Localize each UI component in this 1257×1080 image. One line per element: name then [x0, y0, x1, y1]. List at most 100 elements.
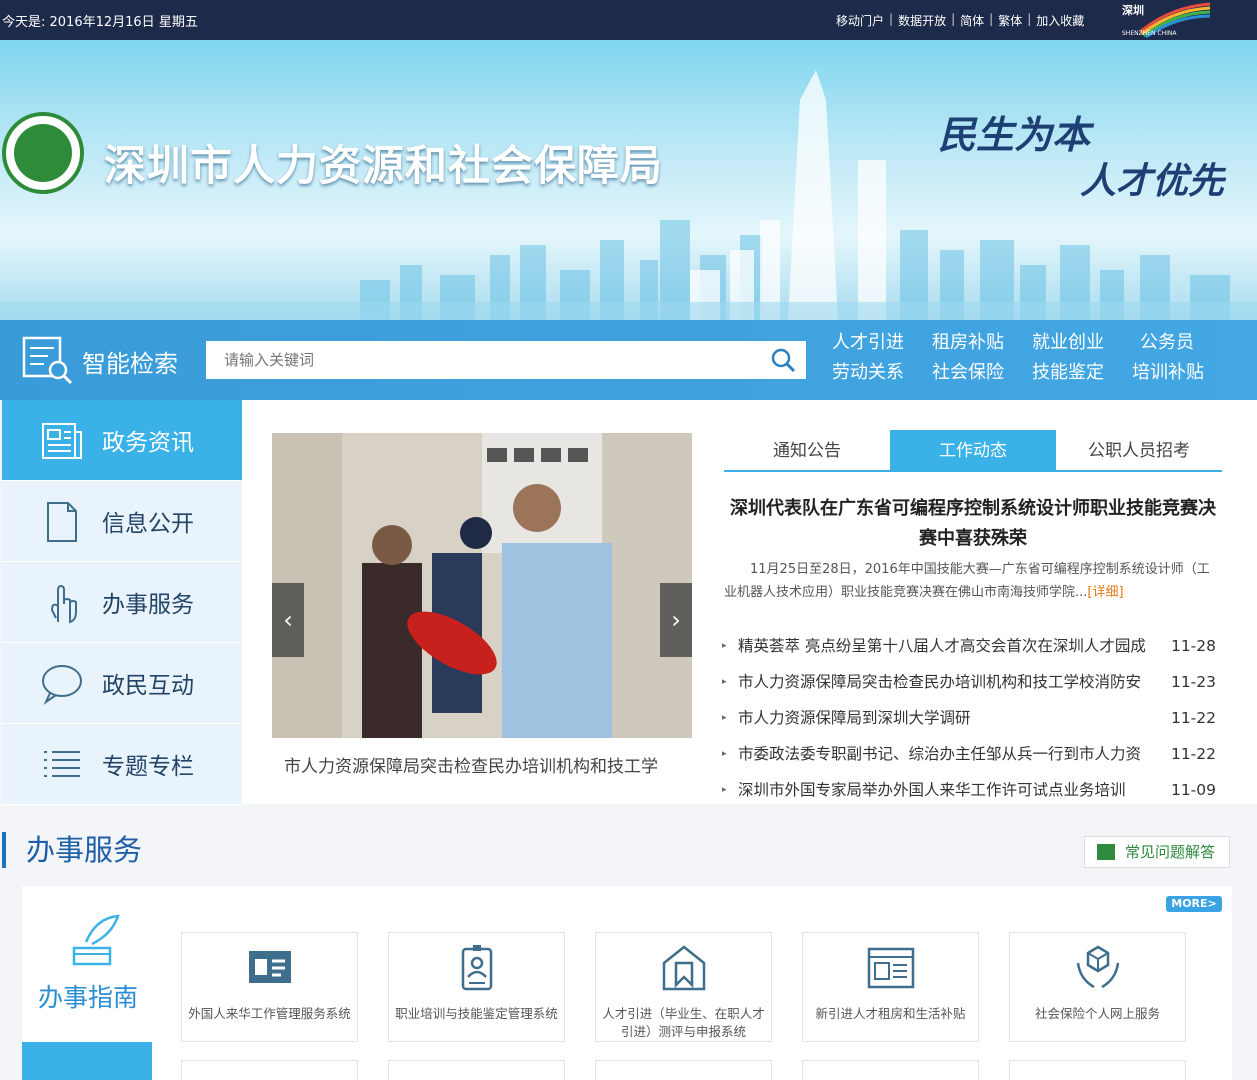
headline-link[interactable]: 深圳代表队在广东省可编程序控制系统设计师职业技能竞赛决赛中喜获殊荣 [724, 494, 1222, 554]
news-title[interactable]: 精英荟萃 亮点纷呈第十八届人才高交会首次在深圳人才园成 [738, 628, 1158, 664]
service-guide-tab[interactable]: 办事指南 [22, 886, 152, 1042]
news-title[interactable]: 市委政法委专职副书记、综治办主任邹从兵一行到市人力资 [738, 736, 1158, 772]
quick-link-training-subsidy[interactable]: 培训补贴 [1132, 362, 1232, 384]
news-title[interactable]: 市人力资源保障局突击检查民办培训机构和技工学校消防安 [738, 664, 1158, 700]
bureau-emblem-icon[interactable] [2, 112, 84, 194]
news-date: 11-28 [1170, 637, 1216, 655]
tab-work-updates[interactable]: 工作动态 [890, 430, 1056, 470]
link-add-favorite[interactable]: 加入收藏 [1036, 12, 1084, 29]
service-card-rent-subsidy[interactable]: 新引进人才租房和生活补贴 [802, 932, 979, 1042]
nav-label: 信息公开 [102, 511, 194, 537]
news-date: 11-23 [1170, 673, 1216, 691]
shenzhen-logo-icon[interactable]: 深圳 SHENZHEN CHINA [1120, 2, 1212, 38]
news-tabs: 通知公告 工作动态 公职人员招考 [724, 430, 1222, 472]
nav-label: 政务资讯 [102, 430, 194, 456]
service-card-label: 职业培训与技能鉴定管理系统 [395, 1006, 558, 1021]
bullet-arrow-icon: ▸ [722, 641, 727, 651]
search-input[interactable] [206, 341, 806, 379]
news-date: 11-22 [1170, 709, 1216, 727]
newspaper-icon [867, 947, 915, 989]
news-item[interactable]: ▸ 精英荟萃 亮点纷呈第十八届人才高交会首次在深圳人才园成 11-28 [722, 628, 1222, 664]
header-banner: 深圳市人力资源和社会保障局 民生为本 人才优先 [0, 40, 1257, 320]
service-card-foreigner-work[interactable]: 外国人来华工作管理服务系统 [181, 932, 358, 1042]
quick-link-social-insurance[interactable]: 社会保险 [932, 362, 1032, 384]
service-card-social-insurance[interactable]: 社会保险个人网上服务 [1009, 932, 1186, 1042]
service-guide-tab-2[interactable] [22, 1042, 152, 1080]
quick-link-civil-servant[interactable]: 公务员 [1132, 332, 1232, 354]
link-traditional[interactable]: 繁体 [998, 12, 1022, 29]
bullet-arrow-icon: ▸ [722, 749, 727, 759]
nav-item-services[interactable]: 办事服务 [2, 562, 242, 643]
slider-prev-button[interactable]: ‹ [272, 583, 304, 657]
bullet-arrow-icon: ▸ [722, 713, 727, 723]
detail-link[interactable]: [详细] [1087, 585, 1123, 600]
summary-text: 11月25日至28日，2016年中国技能大赛—广东省可编程序控制系统设计师（工业… [724, 562, 1210, 600]
faq-icon [1097, 844, 1115, 860]
services-panel: 办事指南 MORE> 外国人来华工作管理服务系统 职业培训与技能鉴定管理系统 人… [22, 886, 1232, 1080]
nav-label: 办事服务 [102, 592, 194, 618]
quick-link-labor-relations[interactable]: 劳动关系 [832, 362, 932, 384]
service-card-talent[interactable]: 人才引进（毕业生、在职人才引进）测评与申报系统 [595, 932, 772, 1042]
link-mobile-portal[interactable]: 移动门户 [836, 12, 884, 29]
service-card-row2[interactable] [388, 1060, 565, 1080]
quick-link-rent-subsidy[interactable]: 租房补贴 [932, 332, 1032, 354]
service-card-label: 外国人来华工作管理服务系统 [188, 1006, 351, 1021]
bullet-arrow-icon: ▸ [722, 677, 727, 687]
quick-link-employment[interactable]: 就业创业 [1032, 332, 1132, 354]
search-bar: 智能检索 人才引进 租房补贴 就业创业 公务员 劳动关系 社会保险 技能鉴定 培… [0, 320, 1257, 400]
svg-text:SHENZHEN CHINA: SHENZHEN CHINA [1122, 30, 1177, 37]
news-date: 11-22 [1170, 745, 1216, 763]
news-title[interactable]: 深圳市外国专家局举办外国人来华工作许可试点业务培训 [738, 772, 1158, 808]
house-bookmark-icon [662, 945, 706, 991]
quill-ink-icon [72, 914, 120, 966]
faq-button[interactable]: 常见问题解答 [1084, 836, 1230, 868]
service-card-label: 新引进人才租房和生活补贴 [815, 1006, 966, 1021]
site-title: 深圳市人力资源和社会保障局 [104, 141, 664, 190]
nav-item-special-topics[interactable]: 专题专栏 [2, 724, 242, 805]
service-card-row2[interactable] [802, 1060, 979, 1080]
news-list: ▸ 精英荟萃 亮点纷呈第十八届人才高交会首次在深圳人才园成 11-28 ▸ 市人力资源… [722, 628, 1222, 808]
news-panel: ‹ › 市人力资源保障局突击检查民办培训机构和技工学 通知公告 工作动态 公职人… [242, 400, 1257, 804]
link-open-data[interactable]: 数据开放 [898, 12, 946, 29]
smart-search-icon [22, 336, 73, 385]
search-label: 智能检索 [82, 350, 178, 378]
more-button[interactable]: MORE> [1166, 896, 1222, 912]
quick-link-skill-appraisal[interactable]: 技能鉴定 [1032, 362, 1132, 384]
link-simplified[interactable]: 简体 [960, 12, 984, 29]
tab-civil-recruitment[interactable]: 公职人员招考 [1056, 430, 1222, 470]
slider-next-button[interactable]: › [660, 583, 692, 657]
news-item[interactable]: ▸ 市人力资源保障局到深圳大学调研 11-22 [722, 700, 1222, 736]
top-links: 移动门户 | 数据开放 | 简体 | 繁体 | 加入收藏 [836, 12, 1085, 29]
news-slider-image[interactable]: ‹ › [272, 433, 692, 738]
news-item[interactable]: ▸ 市人力资源保障局突击检查民办培训机构和技工学校消防安 11-23 [722, 664, 1222, 700]
service-card-label: 社会保险个人网上服务 [1034, 1006, 1160, 1021]
section-title-services: 办事服务 [2, 832, 142, 868]
service-card-row2[interactable] [181, 1060, 358, 1080]
badge-icon [461, 945, 493, 991]
svg-text:深圳: 深圳 [1122, 3, 1144, 17]
nav-item-gov-news[interactable]: 政务资讯 [2, 400, 242, 481]
quick-links: 人才引进 租房补贴 就业创业 公务员 劳动关系 社会保险 技能鉴定 培训补贴 [832, 332, 1232, 384]
service-card-row2[interactable] [1009, 1060, 1186, 1080]
list-icon [44, 751, 80, 777]
slider-caption[interactable]: 市人力资源保障局突击检查民办培训机构和技工学 [284, 752, 658, 777]
id-card-icon [249, 951, 291, 983]
left-nav: 政务资讯 信息公开 办事服务 政民互动 专题专栏 [2, 400, 242, 805]
service-card-row2[interactable] [595, 1060, 772, 1080]
search-icon[interactable] [770, 347, 796, 373]
current-date: 今天是: 2016年12月16日 星期五 [2, 15, 198, 30]
nav-item-interaction[interactable]: 政民互动 [2, 643, 242, 724]
news-item[interactable]: ▸ 市委政法委专职副书记、综治办主任邹从兵一行到市人力资 11-22 [722, 736, 1222, 772]
nav-label: 专题专栏 [102, 754, 194, 780]
headline-summary: 11月25日至28日，2016年中国技能大赛—广东省可编程序控制系统设计师（工业… [724, 558, 1222, 604]
nav-item-info-public[interactable]: 信息公开 [2, 481, 242, 562]
service-card-training[interactable]: 职业培训与技能鉴定管理系统 [388, 932, 565, 1042]
news-title[interactable]: 市人力资源保障局到深圳大学调研 [738, 700, 1158, 736]
document-icon [47, 502, 77, 542]
service-card-label: 人才引进（毕业生、在职人才引进）测评与申报系统 [602, 1006, 765, 1039]
quick-link-talent[interactable]: 人才引进 [832, 332, 932, 354]
tab-notices[interactable]: 通知公告 [724, 430, 890, 470]
news-item[interactable]: ▸ 深圳市外国专家局举办外国人来华工作许可试点业务培训 11-09 [722, 772, 1222, 808]
hands-box-icon [1076, 945, 1120, 989]
slogan-line-2: 人才优先 [1080, 160, 1225, 202]
